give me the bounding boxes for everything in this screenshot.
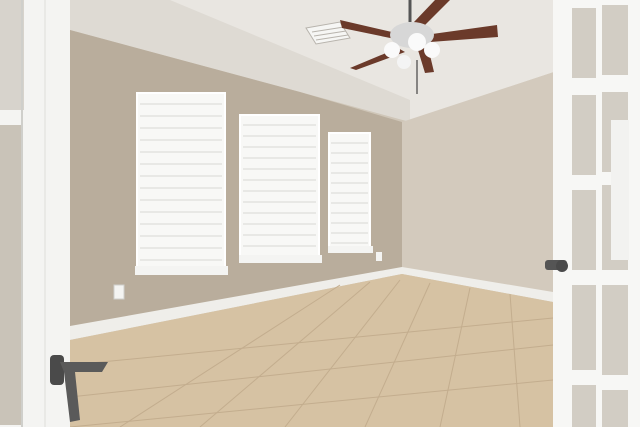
wall-outlet [113, 284, 125, 300]
window-right [328, 132, 373, 253]
window-middle [239, 114, 322, 263]
wall-outlet-small [376, 252, 382, 261]
empty-room-photo [0, 0, 640, 427]
right-door [553, 0, 640, 427]
window-left [135, 92, 228, 275]
